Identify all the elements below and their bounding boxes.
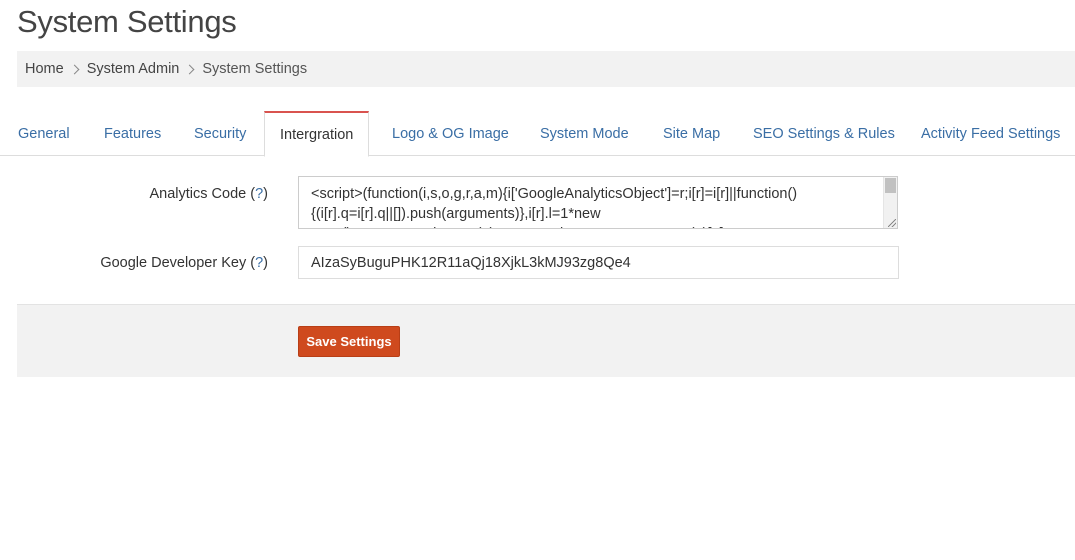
chevron-right-icon: [184, 64, 195, 74]
breadcrumb: Home System Admin System Settings: [17, 51, 1075, 87]
google-developer-key-label-text: Google Developer Key: [100, 255, 247, 271]
breadcrumb-home[interactable]: Home: [25, 61, 64, 77]
form-actions-bar: Save Settings: [17, 304, 1075, 377]
tab-activity-feed-settings[interactable]: Activity Feed Settings: [921, 111, 1060, 155]
page-title: System Settings: [17, 4, 237, 39]
tab-features[interactable]: Features: [104, 111, 161, 155]
tab-system-mode[interactable]: System Mode: [540, 111, 629, 155]
analytics-code-label-text: Analytics Code: [149, 186, 247, 202]
google-developer-key-help-link[interactable]: ?: [255, 255, 263, 271]
page: System Settings Home System Admin System…: [0, 0, 1075, 560]
breadcrumb-system-settings: System Settings: [202, 61, 308, 77]
tab-integration[interactable]: Intergration: [264, 111, 370, 157]
tab-seo-settings-rules[interactable]: SEO Settings & Rules: [753, 111, 895, 155]
google-developer-key-input[interactable]: [298, 246, 899, 279]
tab-site-map[interactable]: Site Map: [663, 111, 720, 155]
resize-handle-icon[interactable]: [888, 219, 896, 227]
analytics-code-textarea[interactable]: [299, 177, 884, 228]
analytics-code-help-link[interactable]: ?: [255, 186, 263, 202]
google-developer-key-label: Google Developer Key (?): [100, 255, 268, 271]
tab-logo-og-image[interactable]: Logo & OG Image: [392, 111, 509, 155]
breadcrumb-system-admin[interactable]: System Admin: [87, 61, 180, 77]
tab-bar: General Features Security Intergration L…: [0, 111, 1075, 157]
chevron-right-icon: [69, 64, 80, 74]
tab-general[interactable]: General: [18, 111, 70, 155]
tab-security[interactable]: Security: [194, 111, 246, 155]
scrollbar-thumb[interactable]: [885, 178, 896, 193]
save-settings-button[interactable]: Save Settings: [298, 326, 400, 357]
analytics-code-field[interactable]: [298, 176, 898, 229]
analytics-code-label: Analytics Code (?): [149, 186, 269, 202]
